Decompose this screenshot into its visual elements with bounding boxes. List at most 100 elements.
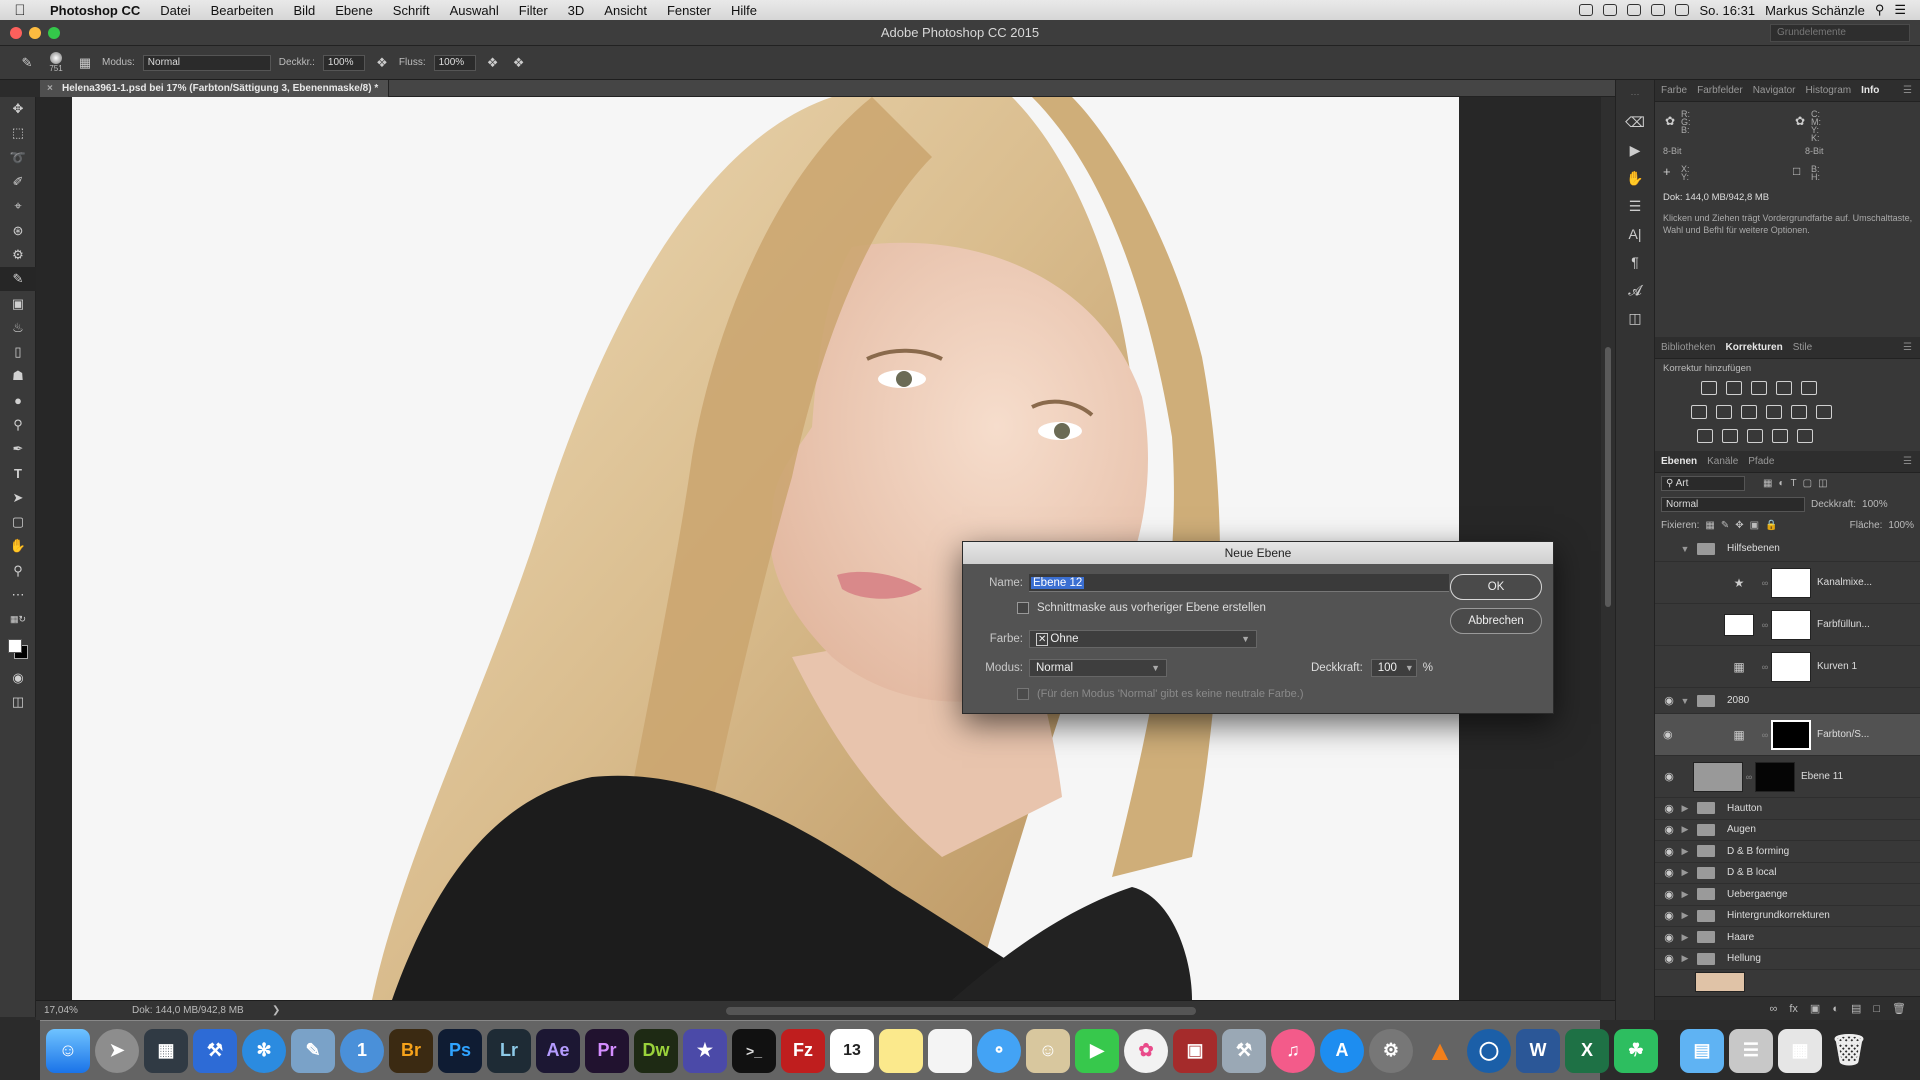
imovie-icon[interactable]: ★ [683, 1028, 727, 1073]
group-expand-icon[interactable]: ▼ [1679, 696, 1691, 706]
layer-row[interactable]: ◉ ▶ D & B local [1655, 863, 1920, 884]
rectangle-tool-icon[interactable]: ▢ [0, 510, 36, 534]
vlc-icon[interactable]: ▲ [1418, 1029, 1462, 1073]
group-collapsed-icon[interactable]: ▶ [1679, 803, 1691, 814]
layer-row[interactable]: ∞ Farbfüllun... [1655, 604, 1920, 646]
dreamweaver-icon[interactable]: Dw [634, 1028, 678, 1073]
tab-pfade[interactable]: Pfade [1748, 456, 1774, 467]
finder-icon[interactable]: ☺ [46, 1028, 90, 1073]
layer-name-input[interactable]: Ebene 12 [1029, 574, 1449, 592]
brightness-contrast-icon[interactable] [1701, 381, 1717, 395]
exposure-icon[interactable] [1776, 381, 1792, 395]
menu-schrift[interactable]: Schrift [383, 3, 440, 18]
clipping-mask-checkbox[interactable] [1017, 602, 1029, 614]
color-dropdown[interactable]: ✕ Ohne ▼ [1029, 630, 1257, 648]
layer-row[interactable]: ▼ Hilfsebenen [1655, 536, 1920, 562]
threshold-icon[interactable] [1747, 429, 1763, 443]
panel-menu-icon[interactable]: ☰ [1903, 456, 1920, 467]
layer-row[interactable]: ◉ ▼ 2080 [1655, 688, 1920, 714]
history-brush-tool-icon[interactable]: ♨ [0, 316, 36, 340]
posterize-icon[interactable] [1722, 429, 1738, 443]
layer-filter-dropdown[interactable]: ⚲ Art [1661, 476, 1745, 491]
lightroom-icon[interactable]: Lr [487, 1028, 531, 1073]
layer-row[interactable]: ◉ ▶ Haare [1655, 927, 1920, 949]
lock-position-icon[interactable]: ✥ [1735, 520, 1743, 531]
documents-stack-icon[interactable]: ▦ [1778, 1028, 1822, 1073]
close-window-button[interactable] [10, 27, 22, 39]
vibrance-icon[interactable] [1801, 381, 1817, 395]
group-collapsed-icon[interactable]: ▶ [1679, 889, 1691, 900]
paragraph-icon[interactable]: ¶ [1616, 248, 1654, 276]
layer-row[interactable]: ◉ ▶ Hintergrundkorrekturen [1655, 906, 1920, 927]
lock-artboard-icon[interactable]: ▣ [1750, 520, 1759, 531]
more-tools-icon[interactable]: ⋯ [0, 583, 36, 607]
mask-link-icon[interactable]: ∞ [1759, 620, 1771, 630]
photos-icon[interactable]: ✿ [1124, 1028, 1168, 1073]
foreground-color-swatch[interactable] [8, 638, 22, 653]
layer-row[interactable]: ◉ ▶ Augen [1655, 820, 1920, 841]
flow-field[interactable]: 100% [433, 54, 476, 71]
filter-pixel-icon[interactable]: ▦ [1763, 478, 1772, 489]
pressure-opacity-icon[interactable]: ❖ [373, 54, 391, 72]
opacity-field[interactable]: 100% [322, 54, 365, 71]
eyedropper-tool-icon[interactable]: ⊛ [0, 218, 36, 242]
opacity-input[interactable]: 100 ▼ [1370, 659, 1417, 677]
fill-color-thumbnail[interactable] [1724, 613, 1754, 636]
eye-icon[interactable]: ◉ [1659, 909, 1679, 922]
quick-select-tool-icon[interactable]: ✐ [0, 170, 36, 194]
mode-dropdown[interactable]: Normal [142, 54, 271, 71]
notification-icon[interactable]: ☰ [1894, 2, 1906, 18]
workspace-selector[interactable]: Grundelemente [1770, 24, 1910, 42]
lock-pixels-icon[interactable]: ✎ [1721, 520, 1729, 531]
mask-link-icon[interactable]: ∞ [1743, 772, 1755, 782]
document-tab[interactable]: × Helena3961-1.psd bei 17% (Farbton/Sätt… [40, 80, 390, 97]
layer-row[interactable]: ▦ ∞ Kurven 1 [1655, 646, 1920, 688]
menu-3d[interactable]: 3D [558, 3, 595, 18]
itunes-icon[interactable]: ♫ [1271, 1028, 1315, 1073]
menu-app-name[interactable]: Photoshop CC [40, 3, 150, 18]
strip-grip-icon[interactable]: ⋯ [1616, 80, 1654, 108]
dodge-tool-icon[interactable]: ⚲ [0, 413, 36, 437]
calendar-icon[interactable]: 13 [830, 1028, 874, 1073]
launchpad-icon[interactable]: ➤ [95, 1028, 139, 1073]
word-icon[interactable]: W [1516, 1028, 1560, 1073]
cancel-button[interactable]: Abbrechen [1450, 608, 1542, 634]
status-menu-arrow-icon[interactable]: ❯ [272, 1001, 280, 1021]
folder-icon[interactable]: ▤ [1680, 1028, 1724, 1073]
actions-play-icon[interactable]: ▶ [1616, 136, 1654, 164]
eye-icon[interactable]: ◉ [1659, 845, 1679, 858]
gradient-map-icon[interactable] [1772, 429, 1788, 443]
brush-preset-picker[interactable]: 751 [44, 52, 68, 73]
crop-tool-icon[interactable]: ⌖ [0, 194, 36, 218]
lock-all-icon[interactable]: 🔒 [1765, 520, 1777, 531]
downloads-stack-icon[interactable]: ☰ [1729, 1028, 1773, 1073]
menu-ansicht[interactable]: Ansicht [594, 3, 657, 18]
fx-icon[interactable]: fx [1789, 1003, 1798, 1015]
menubar-user[interactable]: Markus Schänzle [1765, 3, 1865, 18]
pen-tool-icon[interactable]: ✒ [0, 437, 36, 461]
new-group-icon[interactable]: ▤ [1851, 1002, 1861, 1015]
mission-control-icon[interactable]: ▦ [144, 1028, 188, 1073]
brush-tool-icon[interactable]: ✎ [0, 267, 36, 292]
brush-tool-icon[interactable]: ✎ [18, 54, 36, 72]
volume-icon[interactable] [1675, 4, 1690, 16]
group-collapsed-icon[interactable]: ▶ [1679, 846, 1691, 857]
glyphs-icon[interactable]: 𝓐 [1616, 276, 1654, 304]
mode-dropdown[interactable]: Normal ▼ [1029, 659, 1167, 677]
layer-mask-thumbnail[interactable] [1771, 651, 1811, 682]
tab-kanaele[interactable]: Kanäle [1707, 456, 1738, 467]
panel-menu-icon[interactable]: ☰ [1903, 85, 1920, 96]
safari-icon[interactable]: ✻ [242, 1028, 286, 1073]
airbrush-icon[interactable]: ❖ [484, 54, 502, 72]
tab-korrekturen[interactable]: Korrekturen [1725, 342, 1782, 353]
cloud-icon[interactable] [1627, 4, 1642, 16]
photoshop-icon[interactable]: Ps [438, 1028, 482, 1073]
layer-row-selected[interactable]: ◉ ▦ ∞ Farbton/S... [1655, 714, 1920, 756]
black-white-icon[interactable] [1741, 405, 1757, 419]
mask-link-icon[interactable]: ∞ [1759, 730, 1771, 740]
hand-tool-icon[interactable]: ✋ [0, 534, 36, 558]
menu-bild[interactable]: Bild [284, 3, 326, 18]
apple-menu-icon[interactable]:  [0, 2, 40, 19]
menu-datei[interactable]: Datei [150, 3, 200, 18]
link-layers-icon[interactable]: ∞ [1770, 1003, 1778, 1015]
